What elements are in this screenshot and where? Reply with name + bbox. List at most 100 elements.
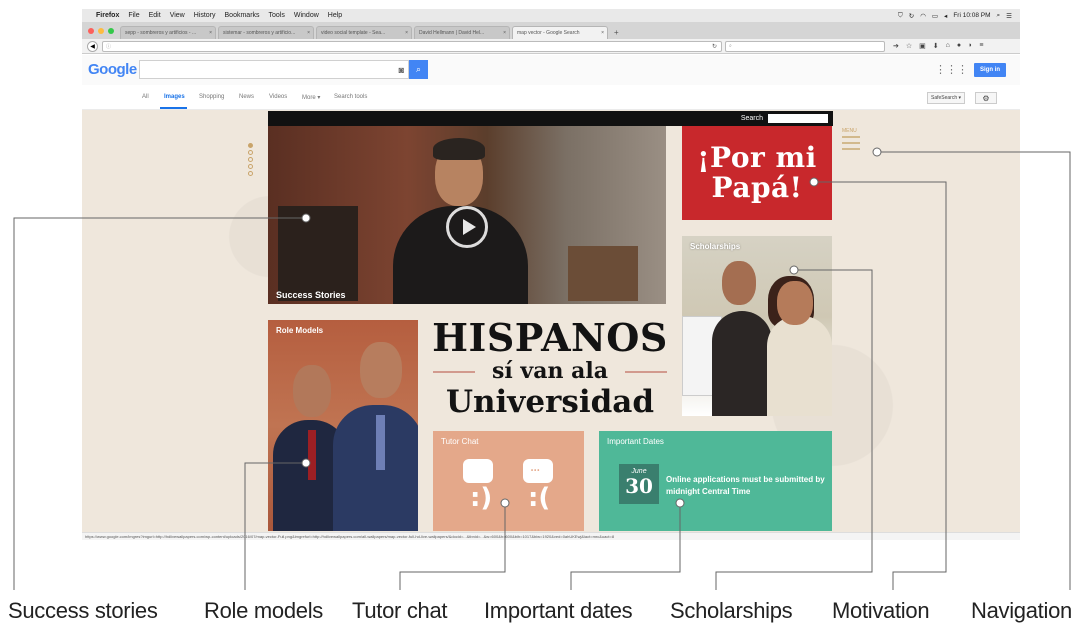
gear-icon[interactable]: ⚙ <box>975 92 997 104</box>
scholarships-tile[interactable]: Scholarships <box>682 236 832 416</box>
menu-view[interactable]: View <box>170 12 185 19</box>
tab-more[interactable]: More ▾ <box>302 94 320 101</box>
spotlight-icon[interactable]: ⌕ <box>997 12 1001 20</box>
safesearch-dropdown[interactable]: SafeSearch ▾ <box>927 92 965 104</box>
role-model-tie-2 <box>376 415 385 470</box>
menu-bookmarks[interactable]: Bookmarks <box>225 12 260 19</box>
role-model-head-2 <box>360 342 402 398</box>
chat-bubble-typing-icon: ••• <box>523 459 553 483</box>
role-model-head-1 <box>293 365 331 417</box>
forward-icon[interactable]: ➔ <box>893 42 899 50</box>
tab-search-tools[interactable]: Search tools <box>334 94 367 100</box>
macos-menu-bar: Firefox File Edit View History Bookmarks… <box>82 9 1020 22</box>
close-tab-icon[interactable]: × <box>503 30 506 36</box>
site-search-input[interactable] <box>768 114 828 123</box>
close-tab-icon[interactable]: × <box>405 30 408 36</box>
new-tab-icon[interactable]: + <box>614 28 619 37</box>
home-icon[interactable]: ⌂ <box>946 42 950 50</box>
browser-tab[interactable]: sepp - sombreros y artificios - ... × <box>120 26 216 39</box>
sign-in-button[interactable]: Sign in <box>974 63 1006 77</box>
tab-images[interactable]: Images <box>164 94 185 100</box>
menu-extras: ⛉ ↻ ◠ ▭ ◂ Fri 10:08 PM ⌕ ☰ <box>898 12 1012 20</box>
back-icon[interactable]: ◀ <box>87 40 98 52</box>
menu-help[interactable]: Help <box>328 12 342 19</box>
extension-icon[interactable]: ● <box>957 42 961 50</box>
minimize-window-icon[interactable] <box>98 28 104 34</box>
close-tab-icon[interactable]: × <box>209 30 212 36</box>
close-tab-icon[interactable]: × <box>307 30 310 36</box>
pager-dot[interactable] <box>248 143 253 148</box>
pager-dot[interactable] <box>248 157 253 162</box>
browser-tab-strip: sepp - sombreros y artificios - ... × sis… <box>82 22 1020 39</box>
close-window-icon[interactable] <box>88 28 94 34</box>
sad-face-icon: :( <box>528 483 551 513</box>
site-menu-button[interactable]: MENU <box>842 128 862 154</box>
menu-history[interactable]: History <box>194 12 216 19</box>
tab-title: sistemar - sombreros y artificio... <box>223 30 296 36</box>
google-logo[interactable]: Google <box>88 61 137 78</box>
tutor-chat-tile[interactable]: Tutor Chat ••• :) :( <box>433 431 584 531</box>
wifi-icon[interactable]: ◠ <box>920 12 926 20</box>
tab-news[interactable]: News <box>239 94 254 100</box>
apps-grid-icon[interactable]: ⋮⋮⋮ <box>935 63 968 76</box>
pager-dot[interactable] <box>248 171 253 176</box>
important-dates-tile[interactable]: Important Dates June 30 Online applicati… <box>599 431 832 531</box>
download-icon[interactable]: ⬇ <box>933 42 939 50</box>
clock[interactable]: Fri 10:08 PM <box>953 12 990 19</box>
callout-success-stories: Success stories <box>8 598 158 623</box>
camera-icon[interactable]: ◙ <box>399 65 404 75</box>
pager-dot[interactable] <box>248 164 253 169</box>
browser-tab-active[interactable]: map vector - Google Search × <box>512 26 608 39</box>
google-search-button[interactable]: ⌕ <box>409 60 428 79</box>
callout-important-dates: Important dates <box>484 598 633 623</box>
zoom-window-icon[interactable] <box>108 28 114 34</box>
tab-shopping[interactable]: Shopping <box>199 94 224 100</box>
calendar-day: 30 <box>625 474 653 498</box>
tab-title: David Hellmann | David Hel... <box>419 30 485 36</box>
browser-tab[interactable]: David Hellmann | David Hel... × <box>414 26 510 39</box>
battery-icon[interactable]: ▭ <box>932 12 938 20</box>
menu-firefox[interactable]: Firefox <box>96 12 119 19</box>
role-models-tile[interactable]: Role Models <box>268 320 418 531</box>
pager-dot[interactable] <box>248 150 253 155</box>
reload-icon[interactable]: ↻ <box>712 43 717 50</box>
callout-navigation: Navigation <box>971 598 1072 623</box>
success-stories-video[interactable]: Success Stories <box>268 126 666 304</box>
active-tab-indicator <box>160 107 187 109</box>
site-info-icon[interactable]: ⓘ <box>106 43 111 50</box>
browser-search-input[interactable]: ⌕ <box>725 40 885 52</box>
annotated-screenshot: Firefox File Edit View History Bookmarks… <box>0 0 1090 628</box>
browser-tab[interactable]: video social template - Sea... × <box>316 26 412 39</box>
volume-icon[interactable]: ◂ <box>944 12 947 20</box>
tab-title: map vector - Google Search <box>517 30 580 36</box>
close-tab-icon[interactable]: × <box>601 30 604 36</box>
address-bar[interactable]: ⓘ ↻ <box>102 40 722 52</box>
sync-icon[interactable]: ↻ <box>909 12 914 20</box>
pocket-icon[interactable]: ◗ <box>968 42 972 50</box>
list-icon[interactable]: ☰ <box>1006 12 1012 20</box>
chat-bubble-icon <box>463 459 493 483</box>
tab-videos[interactable]: Videos <box>269 94 287 100</box>
tab-all[interactable]: All <box>142 94 149 100</box>
menu-window[interactable]: Window <box>294 12 319 19</box>
search-icon: ⌕ <box>729 43 732 49</box>
hamburger-menu-icon[interactable]: ≡ <box>979 42 983 50</box>
important-dates-label: Important Dates <box>607 437 664 446</box>
menu-file[interactable]: File <box>128 12 139 19</box>
window-controls <box>88 28 114 34</box>
site-title: HISPANOS sí van ala Universidad <box>425 318 675 421</box>
browser-tab[interactable]: sistemar - sombreros y artificio... × <box>218 26 314 39</box>
tab-title: sepp - sombreros y artificios - ... <box>125 30 197 36</box>
shield-icon[interactable]: ⛉ <box>898 12 903 20</box>
dates-message: Online applications must be submitted by… <box>666 475 825 496</box>
play-button-icon[interactable] <box>446 206 488 248</box>
menu-edit[interactable]: Edit <box>149 12 161 19</box>
bookmark-star-icon[interactable]: ☆ <box>906 42 912 50</box>
callout-role-models: Role models <box>204 598 323 623</box>
google-search-input[interactable]: ◙ <box>139 60 409 79</box>
por-mi-papa-banner[interactable]: ¡Por mi Papá! <box>682 126 832 220</box>
reading-list-icon[interactable]: ▣ <box>919 42 926 50</box>
menu-tools[interactable]: Tools <box>269 12 285 19</box>
papa-line-1: ¡Por mi <box>697 141 817 174</box>
scholarships-label: Scholarships <box>690 242 741 251</box>
